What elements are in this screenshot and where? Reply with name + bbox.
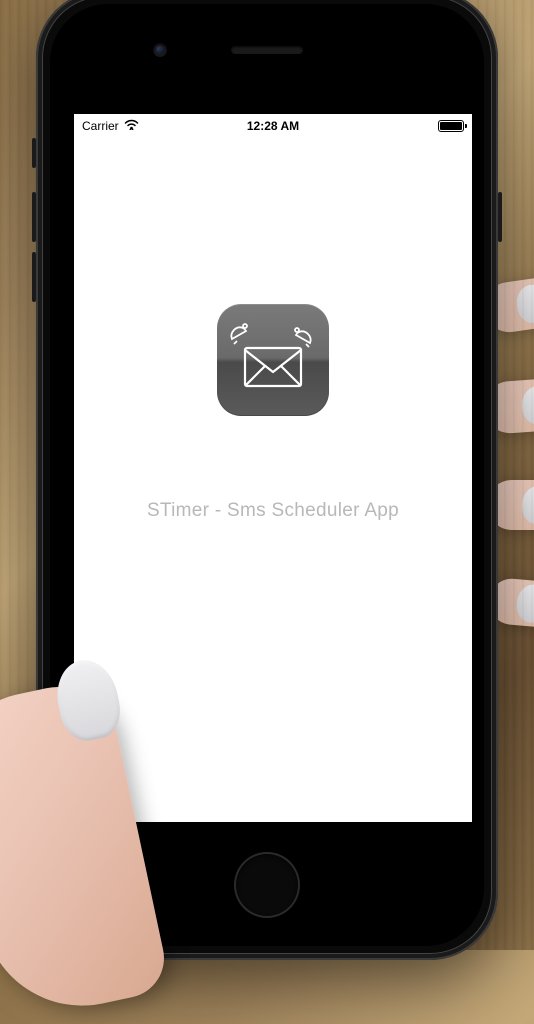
home-button[interactable] (236, 854, 298, 916)
volume-down-button (32, 252, 36, 302)
app-title: STimer - Sms Scheduler App (147, 500, 399, 522)
envelope-bells-icon (223, 320, 323, 400)
splash-screen: STimer - Sms Scheduler App (74, 114, 472, 822)
power-button (498, 192, 502, 242)
mute-switch (32, 138, 36, 168)
front-camera (153, 43, 167, 57)
app-icon (217, 304, 329, 416)
volume-up-button (32, 192, 36, 242)
earpiece (231, 46, 303, 54)
screen: Carrier 12:28 AM (74, 114, 472, 822)
